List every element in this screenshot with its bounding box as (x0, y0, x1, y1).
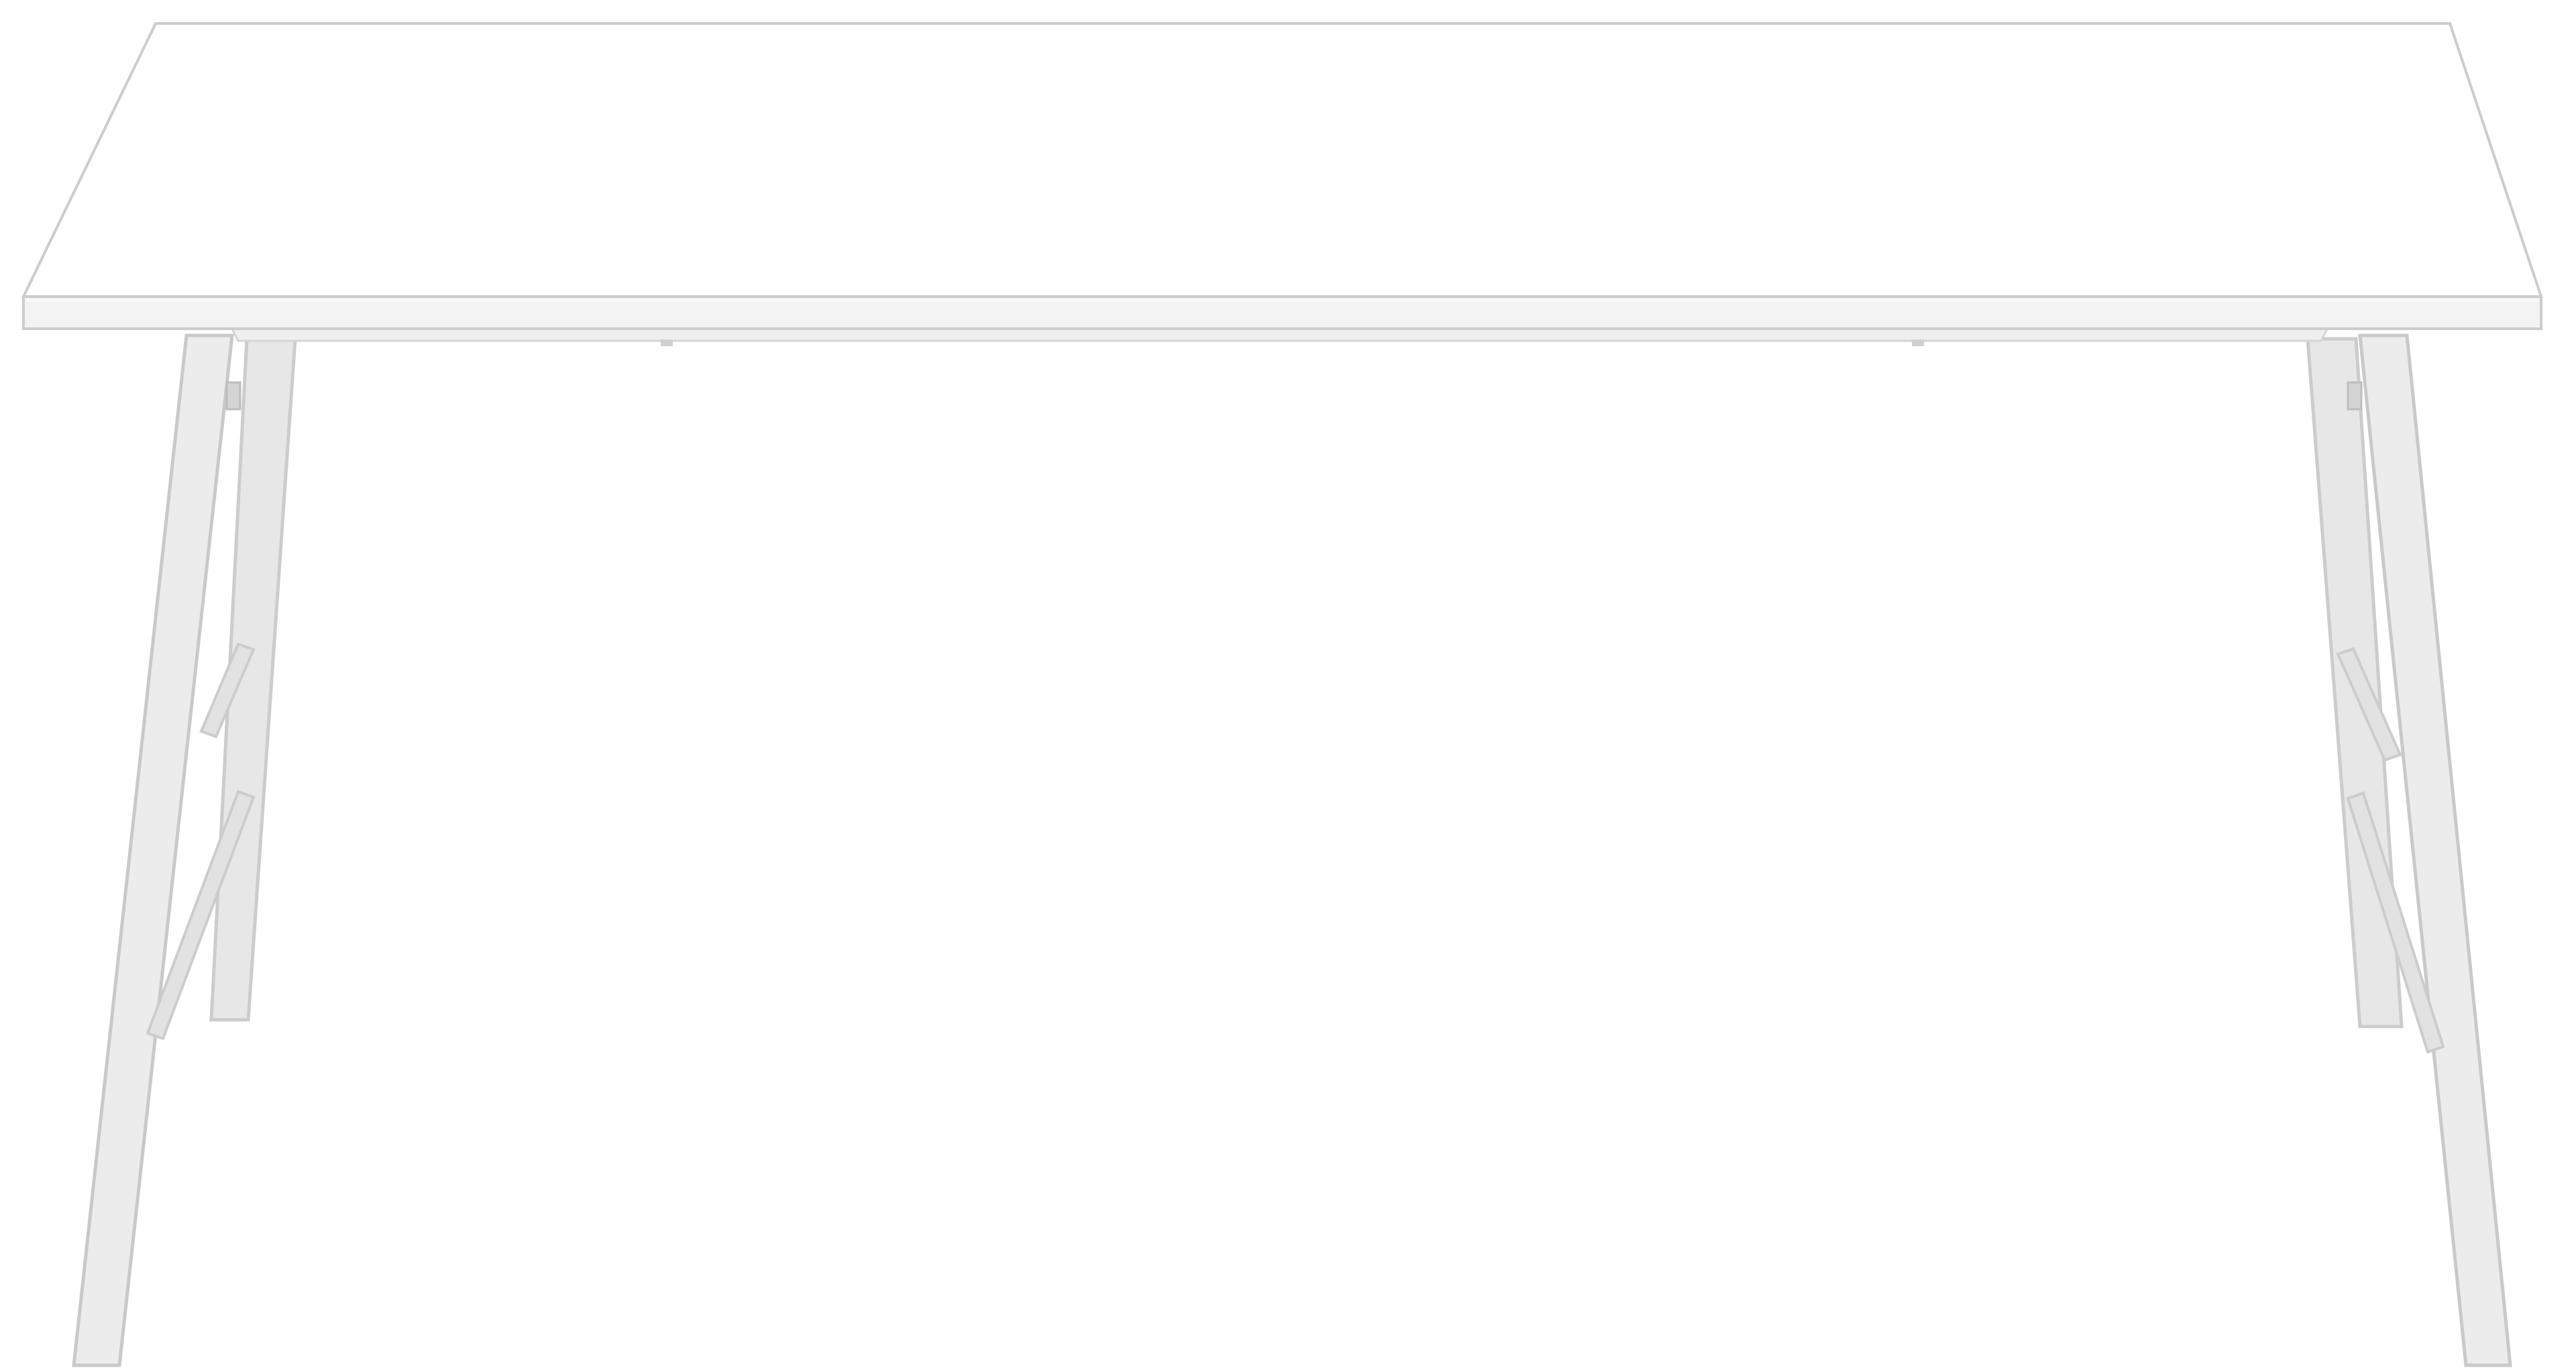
right-hinge (2347, 381, 2363, 411)
tabletop-surface (21, 22, 2543, 298)
right-trestle-leg (2306, 333, 2512, 1367)
left-front-leg-post (72, 333, 234, 1367)
left-trestle-leg (72, 333, 297, 1367)
right-fixing-screw (1912, 339, 1924, 346)
tabletop (21, 22, 2543, 346)
white-table-illustration (21, 22, 2543, 1367)
left-hinge (225, 381, 241, 411)
product-image-stage (0, 0, 2576, 1368)
left-fixing-screw (661, 339, 673, 346)
